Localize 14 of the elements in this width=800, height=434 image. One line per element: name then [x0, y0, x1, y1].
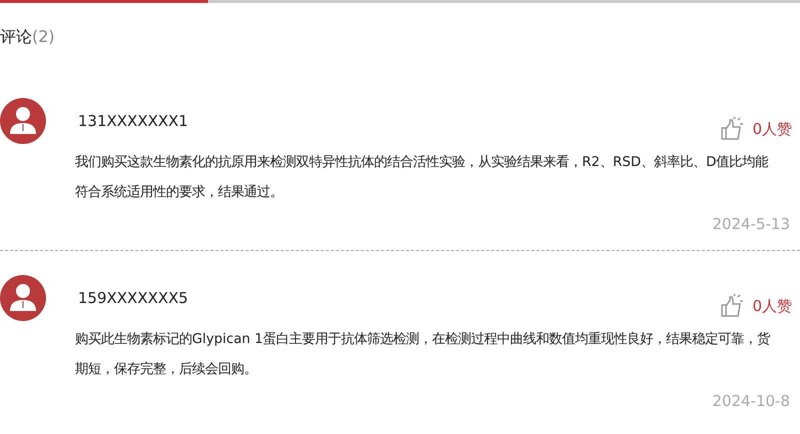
comment-text: 我们购买这款生物素化的抗原用来检测双特异性抗体的结合活性实验，从实验结果来看，R2、RSD、斜率比、D值比均能符合系统适用性的要求，结果通过。	[75, 154, 770, 202]
comment-date: 2024-10-8	[712, 392, 790, 410]
like-count[interactable]: 0人赞	[752, 294, 792, 318]
comment-date: 2024-5-13	[712, 215, 790, 233]
thumbs-up-icon	[720, 294, 744, 318]
comment-count: (2)	[32, 27, 55, 46]
user-name: 159XXXXXXX5	[77, 288, 190, 309]
user-name: 131XXXXXXX1	[77, 110, 190, 132]
like-count[interactable]: 0人赞	[752, 118, 792, 140]
comments-heading: 评论	[0, 27, 32, 46]
user-avatar-icon	[0, 275, 46, 321]
comment-text: 购买此生物素标记的Glypican 1蛋白主要用于抗体筛选检测，在检测过程中曲线和数值均重现性良好，结果稳定可靠，货期短，保存完整，后续会回购。	[75, 330, 772, 379]
user-avatar-icon	[0, 98, 46, 144]
thumbs-up-icon	[720, 117, 744, 141]
